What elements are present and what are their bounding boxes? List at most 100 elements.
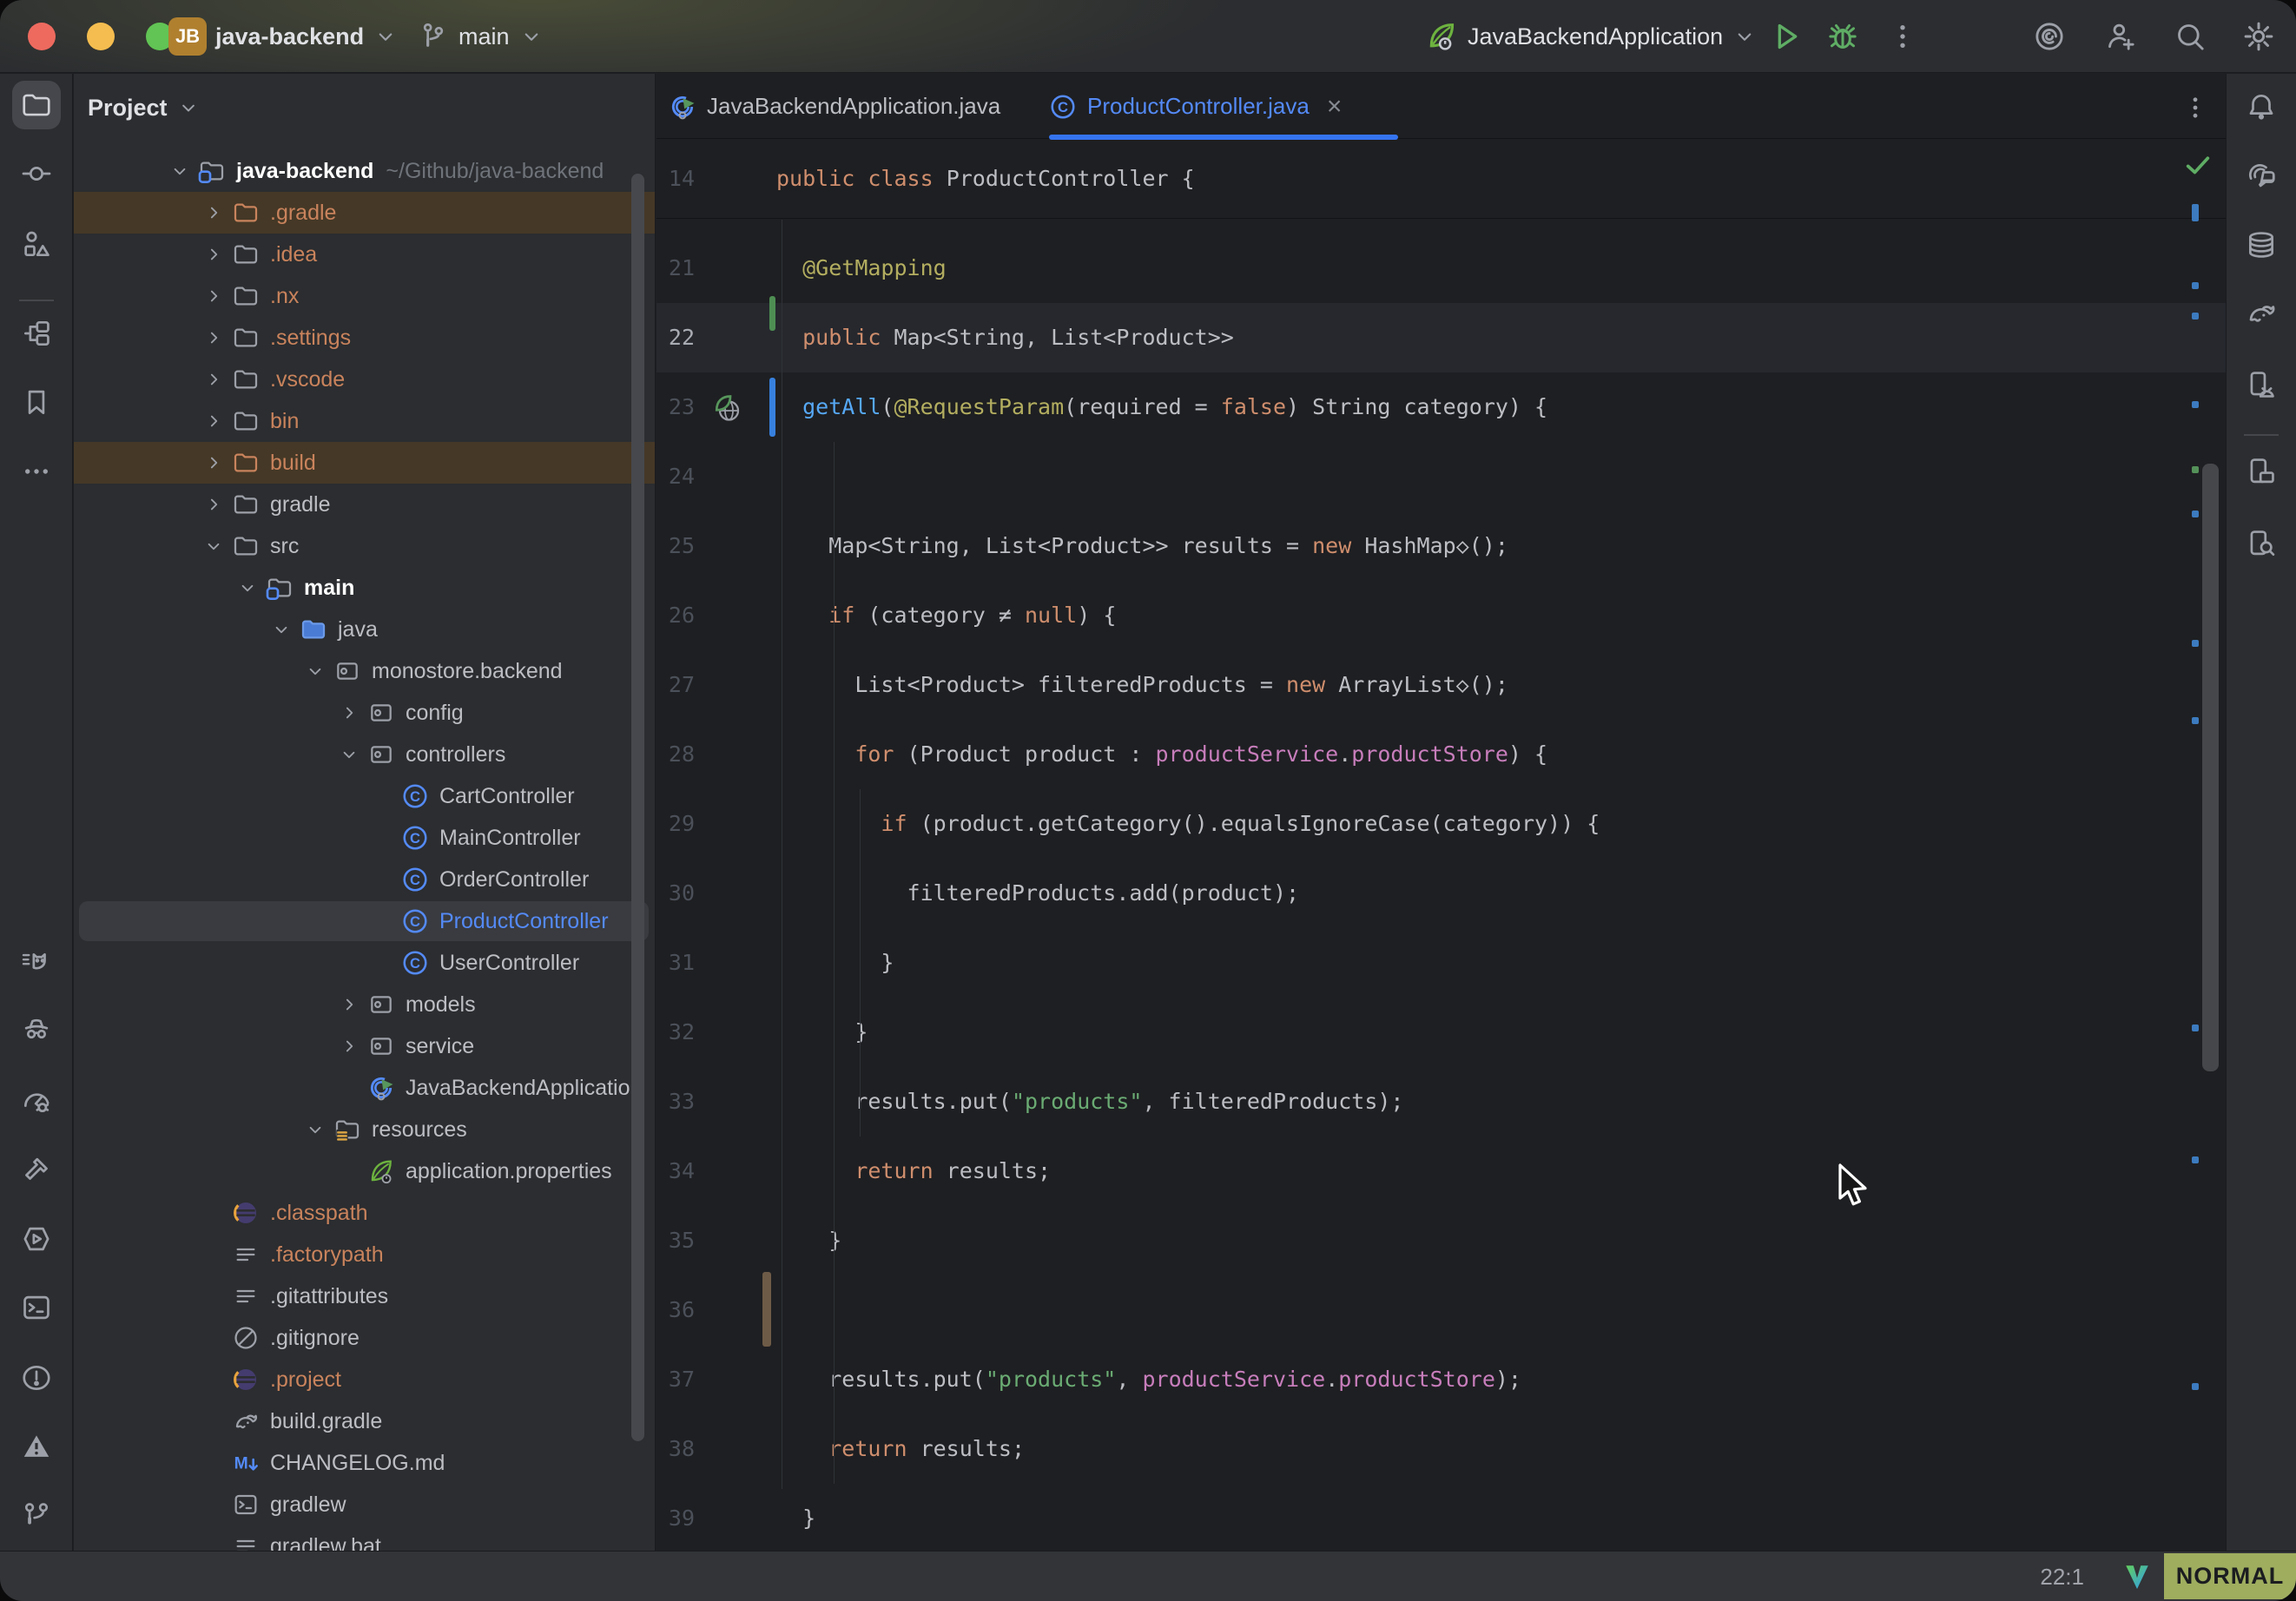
chevron-down-icon[interactable]	[298, 660, 332, 682]
chevron-right-icon[interactable]	[196, 410, 230, 432]
chevron-right-icon[interactable]	[332, 702, 366, 724]
line-number[interactable]: 32	[656, 998, 695, 1067]
tree-row-productcontroller[interactable]: CProductController	[74, 900, 656, 942]
stripe-mark[interactable]	[2192, 282, 2199, 289]
chevron-right-icon[interactable]	[196, 368, 230, 391]
running-devices-icon[interactable]	[2237, 447, 2286, 496]
profiler-icon[interactable]	[12, 1077, 61, 1125]
tree-row-javabackendapplication[interactable]: JavaBackendApplication	[74, 1067, 656, 1109]
chevron-right-icon[interactable]	[196, 243, 230, 266]
tree-row-config[interactable]: config	[74, 692, 656, 734]
line-number[interactable]: 14	[656, 144, 695, 214]
editor-tab-javabackendapplication-java[interactable]: JavaBackendApplication.java	[669, 74, 1025, 139]
chevron-down-icon[interactable]	[162, 160, 196, 182]
device-manager-icon[interactable]	[2237, 360, 2286, 409]
stripe-mark[interactable]	[2192, 401, 2199, 408]
run-configuration-widget[interactable]: JavaBackendApplication	[1424, 0, 1758, 73]
tree-row--gradle[interactable]: .gradle	[74, 192, 656, 234]
incognito-icon[interactable]	[12, 1005, 61, 1053]
chevron-down-icon[interactable]	[196, 535, 230, 557]
line-number[interactable]: 23	[656, 372, 695, 442]
close-tab-icon[interactable]: ×	[1327, 92, 1343, 122]
stripe-mark[interactable]	[2192, 1383, 2199, 1390]
project-panel-header[interactable]: Project	[88, 74, 201, 142]
stripe-mark[interactable]	[2192, 1025, 2199, 1031]
tree-row-gradle[interactable]: gradle	[74, 484, 656, 525]
line-number[interactable]: 30	[656, 859, 695, 928]
line-number[interactable]: 38	[656, 1414, 695, 1484]
stripe-mark[interactable]	[2192, 466, 2199, 473]
tree-row--project[interactable]: .project	[74, 1359, 656, 1400]
ideavim-icon[interactable]	[2122, 1562, 2152, 1596]
gradle-icon[interactable]	[2237, 289, 2286, 338]
flows-icon[interactable]	[12, 309, 61, 358]
more-vertical-icon[interactable]	[2181, 93, 2210, 122]
tree-row--gitignore[interactable]: .gitignore	[74, 1317, 656, 1359]
tree-row-gradlew[interactable]: gradlew	[74, 1484, 656, 1525]
chevron-down-icon[interactable]	[332, 743, 366, 766]
more-horizontal-icon[interactable]	[12, 447, 61, 496]
stripe-mark[interactable]	[2192, 640, 2199, 647]
line-number[interactable]: 22	[656, 303, 695, 372]
minimize-window-button[interactable]	[87, 23, 115, 50]
tree-row-java[interactable]: java	[74, 609, 656, 650]
inspections-check-icon[interactable]	[2183, 150, 2213, 180]
line-number[interactable]: 29	[656, 789, 695, 859]
warning-icon[interactable]	[12, 1422, 61, 1471]
bookmarks-icon[interactable]	[12, 378, 61, 426]
tree-row-resources[interactable]: resources	[74, 1109, 656, 1150]
close-window-button[interactable]	[28, 23, 56, 50]
tree-row-main[interactable]: main	[74, 567, 656, 609]
chevron-right-icon[interactable]	[196, 493, 230, 516]
tree-row-bin[interactable]: bin	[74, 400, 656, 442]
line-number[interactable]: 28	[656, 720, 695, 789]
tree-row-application-properties[interactable]: application.properties	[74, 1150, 656, 1192]
terminal-icon[interactable]	[12, 1283, 61, 1332]
line-number[interactable]: 24	[656, 442, 695, 511]
run-button[interactable]	[1768, 0, 1803, 73]
tree-row-usercontroller[interactable]: CUserController	[74, 942, 656, 984]
tree-row-src[interactable]: src	[74, 525, 656, 567]
line-number[interactable]: 31	[656, 928, 695, 998]
ai-assistant-icon[interactable]	[2032, 0, 2067, 73]
vim-mode-badge[interactable]: NORMAL	[2164, 1553, 2296, 1599]
tree-row--factorypath[interactable]: .factorypath	[74, 1234, 656, 1275]
tree-row--gitattributes[interactable]: .gitattributes	[74, 1275, 656, 1317]
stripe-mark[interactable]	[2192, 511, 2199, 517]
added-lines-gutter-bar[interactable]	[769, 296, 775, 331]
problems-icon[interactable]	[12, 1354, 61, 1402]
tree-row-build-gradle[interactable]: build.gradle	[74, 1400, 656, 1442]
run-hexagon-icon[interactable]	[12, 1215, 61, 1263]
notifications-bell-icon[interactable]	[2237, 82, 2286, 131]
project-tree-scrollbar[interactable]	[631, 174, 644, 1441]
chevron-right-icon[interactable]	[196, 326, 230, 349]
more-vertical-icon[interactable]	[1886, 0, 1919, 73]
device-explorer-icon[interactable]	[2237, 519, 2286, 568]
tree-row-gradlew-bat[interactable]: gradlew.bat	[74, 1525, 656, 1551]
chevron-right-icon[interactable]	[196, 451, 230, 474]
commit-icon[interactable]	[12, 149, 61, 198]
chevron-right-icon[interactable]	[196, 201, 230, 224]
settings-icon[interactable]	[2240, 0, 2277, 73]
tree-row-changelog-md[interactable]: MCHANGELOG.md	[74, 1442, 656, 1484]
caret-position[interactable]: 22:1	[2040, 1552, 2084, 1601]
stripe-mark[interactable]	[2192, 717, 2199, 724]
chevron-right-icon[interactable]	[196, 285, 230, 307]
tree-row--settings[interactable]: .settings	[74, 317, 656, 359]
chevron-down-icon[interactable]	[230, 576, 264, 599]
line-number[interactable]: 35	[656, 1206, 695, 1275]
request-mapping-globe-icon[interactable]	[712, 392, 743, 428]
add-user-icon[interactable]	[2103, 0, 2138, 73]
project-folder-icon[interactable]	[12, 81, 61, 129]
tree-row-controllers[interactable]: controllers	[74, 734, 656, 775]
line-number[interactable]: 33	[656, 1067, 695, 1137]
line-number[interactable]: 25	[656, 511, 695, 581]
stripe-mark[interactable]	[2192, 313, 2199, 320]
branch-widget[interactable]: main	[417, 0, 544, 73]
tree-row-monostore-backend[interactable]: monostore.backend	[74, 650, 656, 692]
chevron-down-icon[interactable]	[264, 618, 298, 641]
editor-tab-productcontroller-java[interactable]: CProductController.java×	[1049, 74, 1398, 139]
tree-row-service[interactable]: service	[74, 1025, 656, 1067]
tree-row-ordercontroller[interactable]: COrderController	[74, 859, 656, 900]
stripe-mark[interactable]	[2192, 204, 2199, 221]
